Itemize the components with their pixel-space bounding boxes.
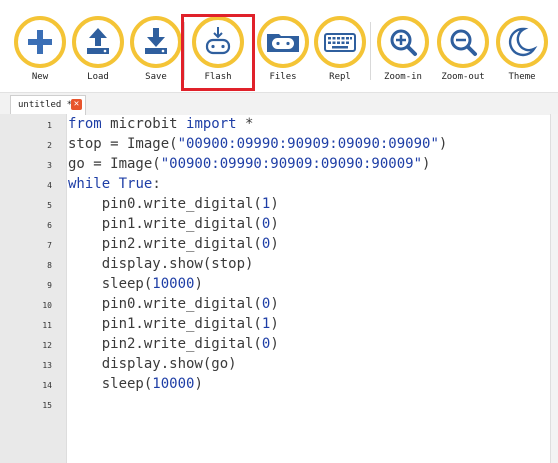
- flash-highlight-box: [181, 14, 255, 91]
- zoom-in-button[interactable]: Zoom-in: [377, 16, 431, 86]
- microbit-icon: [257, 16, 309, 68]
- repl-button[interactable]: Repl: [314, 16, 368, 86]
- code-line[interactable]: display.show(go): [68, 356, 237, 372]
- load-label: Load: [87, 72, 109, 82]
- new-label: New: [31, 72, 49, 82]
- code-line[interactable]: sleep(10000): [68, 276, 203, 292]
- moon-icon: [496, 16, 548, 68]
- tab-untitled[interactable]: untitled * ✕: [10, 95, 86, 115]
- line-number: 1: [47, 121, 52, 130]
- tab-bar: untitled * ✕: [0, 92, 558, 115]
- files-button[interactable]: Files: [257, 16, 311, 86]
- save-label: Save: [145, 72, 167, 82]
- line-number: 5: [47, 201, 52, 210]
- zoom-out-icon: [437, 16, 489, 68]
- zoom-in-label: Zoom-in: [384, 72, 422, 82]
- tab-label: untitled *: [18, 100, 73, 110]
- code-line[interactable]: pin1.write_digital(0): [68, 216, 279, 232]
- theme-label: Theme: [508, 72, 536, 82]
- code-line[interactable]: display.show(stop): [68, 256, 254, 272]
- zoom-out-button[interactable]: Zoom-out: [437, 16, 491, 86]
- code-line[interactable]: sleep(10000): [68, 376, 203, 392]
- zoom-out-label: Zoom-out: [441, 72, 485, 82]
- load-button[interactable]: Load: [72, 16, 126, 86]
- code-line[interactable]: pin0.write_digital(0): [68, 296, 279, 312]
- new-button[interactable]: New: [14, 16, 68, 86]
- code-line[interactable]: stop = Image("00900:09990:90909:09090:09…: [68, 136, 447, 152]
- code-line[interactable]: go = Image("00900:09990:90909:09090:9000…: [68, 156, 430, 172]
- line-number: 14: [42, 381, 52, 390]
- line-number: 15: [42, 401, 52, 410]
- close-icon[interactable]: ✕: [71, 99, 82, 110]
- line-number: 10: [42, 301, 52, 310]
- keyboard-icon: [314, 16, 366, 68]
- line-number: 4: [47, 181, 52, 190]
- code-line[interactable]: pin2.write_digital(0): [68, 336, 279, 352]
- code-line[interactable]: while True:: [68, 176, 161, 192]
- line-number: 13: [42, 361, 52, 370]
- line-number: 7: [47, 241, 52, 250]
- upload-icon: [72, 16, 124, 68]
- code-line[interactable]: from microbit import *: [68, 116, 253, 132]
- zoom-in-icon: [377, 16, 429, 68]
- line-number: 2: [47, 141, 52, 150]
- line-number: 8: [47, 261, 52, 270]
- vertical-scrollbar[interactable]: [550, 114, 558, 463]
- code-line[interactable]: pin0.write_digital(1): [68, 196, 279, 212]
- line-number: 3: [47, 161, 52, 170]
- code-line[interactable]: pin1.write_digital(1): [68, 316, 279, 332]
- line-number: 9: [47, 281, 52, 290]
- code-line[interactable]: pin2.write_digital(0): [68, 236, 279, 252]
- plus-icon: [14, 16, 66, 68]
- line-number: 11: [42, 321, 52, 330]
- files-label: Files: [269, 72, 297, 82]
- repl-label: Repl: [329, 72, 351, 82]
- line-number: 12: [42, 341, 52, 350]
- download-icon: [130, 16, 182, 68]
- toolbar: New Load Save Flash Files Repl Zoom-in Z…: [0, 0, 558, 92]
- theme-button[interactable]: Theme: [496, 16, 550, 86]
- line-number: 6: [47, 221, 52, 230]
- save-button[interactable]: Save: [130, 16, 184, 86]
